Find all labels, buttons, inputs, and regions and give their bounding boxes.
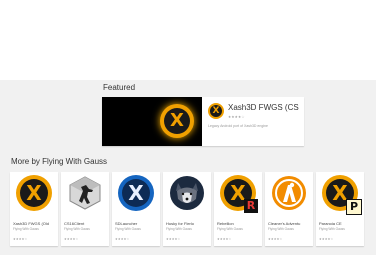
app-card[interactable]: Husky for Flerlo Flying With Gauss ★★★★☆ xyxy=(163,172,211,246)
app-rating-stars: ★★★★☆ xyxy=(115,237,130,241)
app-name[interactable]: Husky for Flerlo xyxy=(166,221,210,226)
app-card[interactable]: X Xash3D FWGS (Old Flying With Gauss ★★★… xyxy=(10,172,58,246)
app-name[interactable]: Rebellion xyxy=(217,221,261,226)
xash-app-icon: X xyxy=(208,103,224,119)
xash-logo-icon: X xyxy=(160,104,194,138)
featured-section-title: Featured xyxy=(103,83,136,92)
more-by-developer-title[interactable]: More by Flying With Gauss xyxy=(11,157,107,166)
app-rating-stars: ★★★★☆ xyxy=(268,237,283,241)
app-name[interactable]: Paranoia CE xyxy=(319,221,363,226)
counter-strike-icon xyxy=(67,175,103,211)
xash-blue-icon: X xyxy=(118,175,154,211)
top-bar xyxy=(0,0,376,80)
xash-orange-icon: X xyxy=(16,175,52,211)
app-rating-stars: ★★★★☆ xyxy=(13,237,28,241)
app-developer: Flying With Gauss xyxy=(13,227,39,231)
featured-app-description: Legacy Android port of Xash3D engine xyxy=(208,124,268,128)
app-developer: Flying With Gauss xyxy=(268,227,294,231)
cleaners-adventure-icon xyxy=(271,175,307,211)
app-rating-stars: ★★★★☆ xyxy=(64,237,79,241)
app-card[interactable]: X P Paranoia CE Flying With Gauss ★★★★☆ xyxy=(316,172,364,246)
rebellion-icon: X R xyxy=(220,175,258,213)
app-rating-stars: ★★★★☆ xyxy=(217,237,232,241)
featured-app-name[interactable]: Xash3D FWGS (CS xyxy=(228,103,302,112)
app-developer: Flying With Gauss xyxy=(166,227,192,231)
husky-icon xyxy=(169,175,205,211)
featured-rating-stars: ★★★★☆ xyxy=(228,115,245,119)
app-card[interactable]: CS16Client Flying With Gauss ★★★★☆ xyxy=(61,172,109,246)
app-name[interactable]: SDLauncher xyxy=(115,221,159,226)
app-name[interactable]: Cleaner's Adventu xyxy=(268,221,312,226)
app-name[interactable]: Xash3D FWGS (Old xyxy=(13,221,57,226)
app-name[interactable]: CS16Client xyxy=(64,221,108,226)
featured-app-card[interactable]: X X Xash3D FWGS (CS ★★★★☆ Legacy Android… xyxy=(102,97,304,146)
app-card[interactable]: X R Rebellion Flying With Gauss ★★★★☆ xyxy=(214,172,262,246)
app-developer: Flying With Gauss xyxy=(217,227,243,231)
app-developer: Flying With Gauss xyxy=(319,227,345,231)
featured-banner[interactable]: X xyxy=(102,97,202,146)
app-rating-stars: ★★★★☆ xyxy=(166,237,181,241)
app-developer: Flying With Gauss xyxy=(115,227,141,231)
paranoia-icon: X P xyxy=(322,175,362,215)
app-card[interactable]: X SDLauncher Flying With Gauss ★★★★☆ xyxy=(112,172,160,246)
app-card[interactable]: Cleaner's Adventu Flying With Gauss ★★★★… xyxy=(265,172,313,246)
app-rating-stars: ★★★★☆ xyxy=(319,237,334,241)
app-developer: Flying With Gauss xyxy=(64,227,90,231)
